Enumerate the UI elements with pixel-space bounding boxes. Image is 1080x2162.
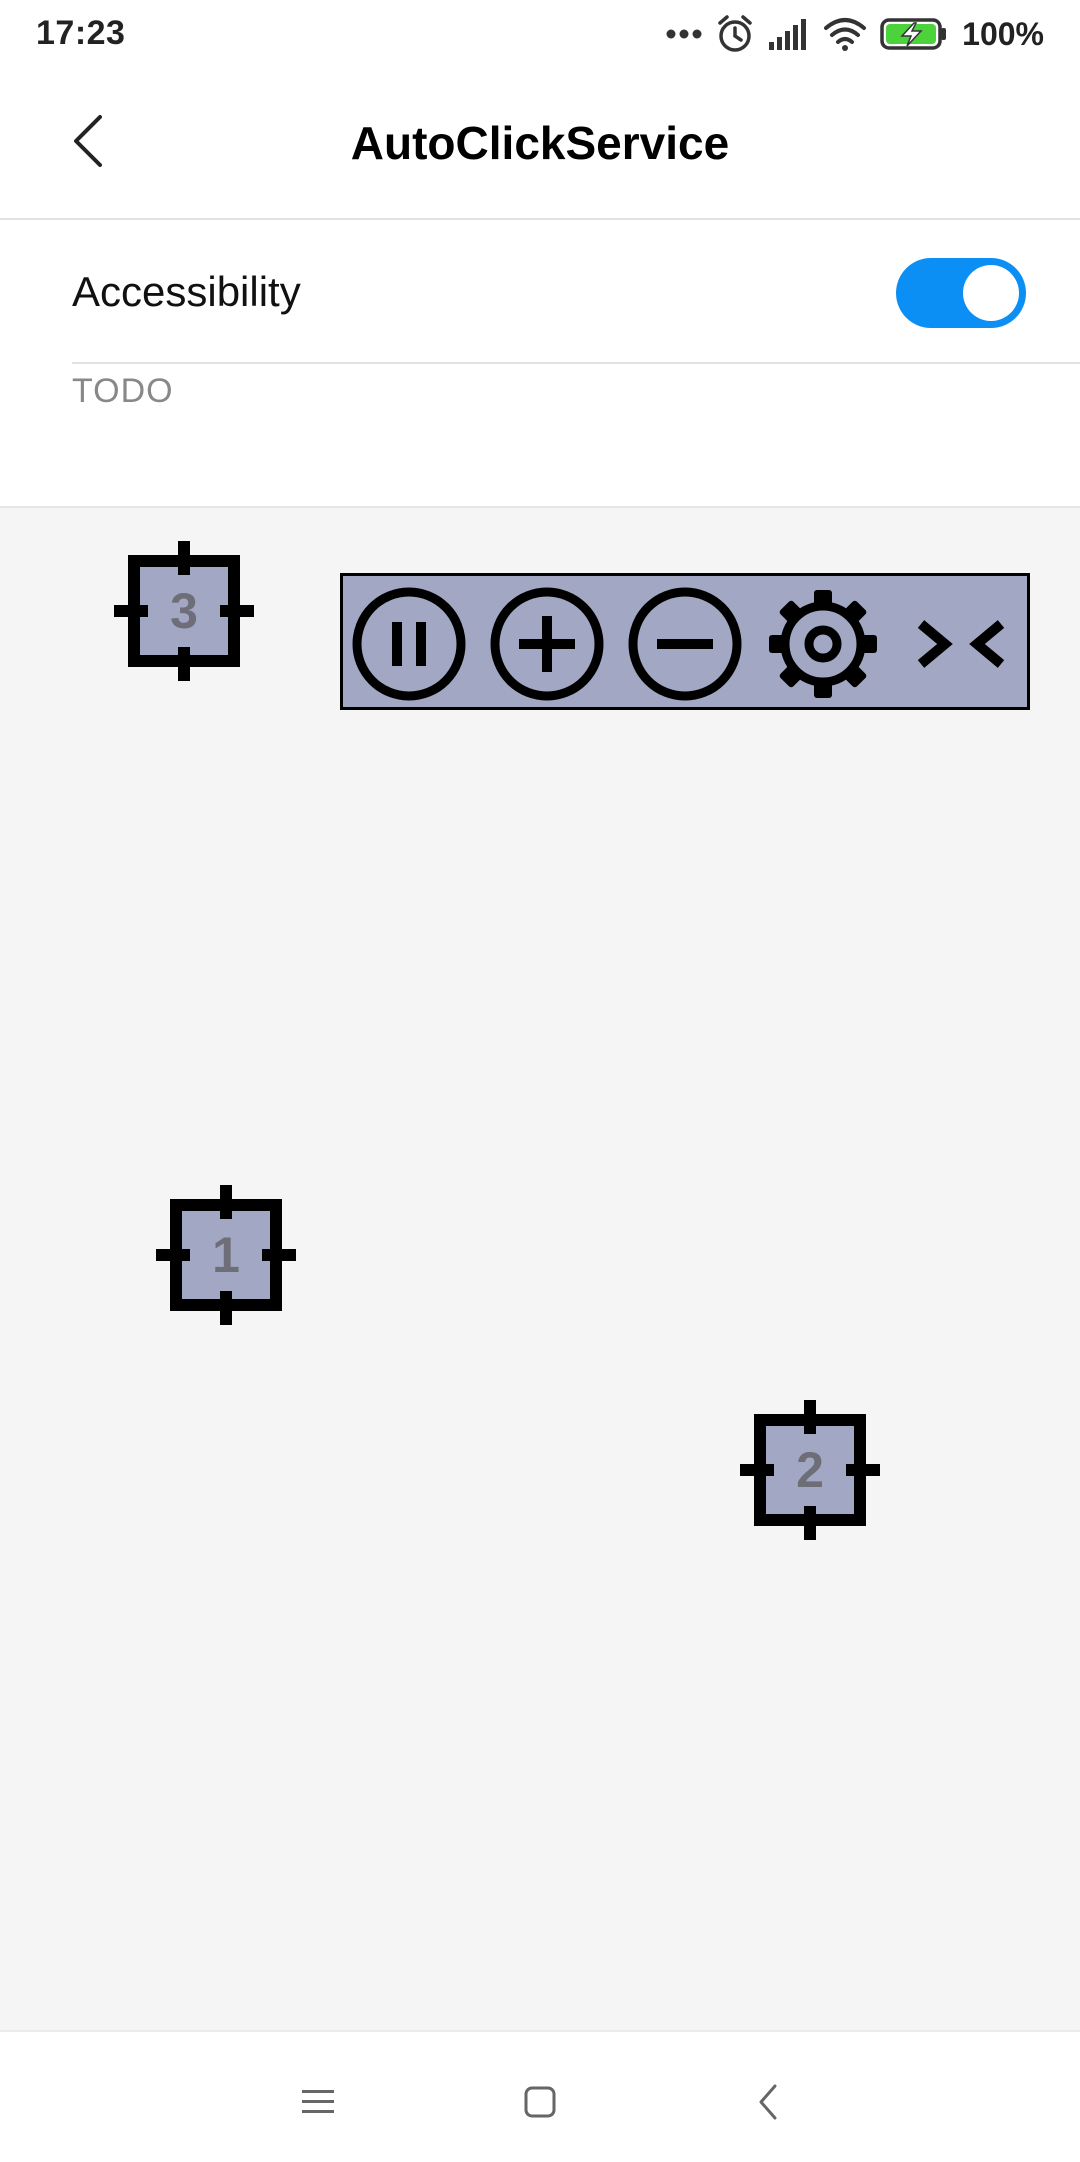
toggle-knob xyxy=(963,265,1019,321)
page-title: AutoClickService xyxy=(350,117,730,169)
status-icons: 100% xyxy=(666,10,1044,58)
more-dots-icon xyxy=(666,28,702,40)
back-icon xyxy=(759,2084,777,2120)
remove-icon xyxy=(628,587,742,701)
click-target-1[interactable]: 1 xyxy=(156,1185,296,1325)
remove-target-button[interactable] xyxy=(627,586,743,702)
click-target-2[interactable]: 2 xyxy=(740,1400,880,1540)
pause-button[interactable] xyxy=(351,586,467,702)
battery-percentage: 100% xyxy=(962,15,1044,52)
home-icon xyxy=(524,2086,556,2118)
app-bar: AutoClickService xyxy=(0,68,1080,220)
recents-button[interactable] xyxy=(278,2062,358,2142)
wifi-icon xyxy=(824,17,867,51)
accessibility-label: Accessibility xyxy=(72,268,301,315)
pause-icon xyxy=(352,587,466,701)
collapse-icon xyxy=(917,620,1005,668)
nav-back-button[interactable] xyxy=(728,2062,808,2142)
add-target-button[interactable] xyxy=(489,586,605,702)
home-button[interactable] xyxy=(500,2062,580,2142)
click-target-3[interactable]: 3 xyxy=(114,541,254,681)
target-number: 1 xyxy=(212,1227,240,1283)
add-icon xyxy=(490,587,604,701)
settings-section: Accessibility TODO xyxy=(0,220,1080,508)
target-number: 2 xyxy=(796,1442,824,1498)
battery-charging-icon xyxy=(880,17,948,51)
target-number: 3 xyxy=(170,583,198,639)
navigation-bar xyxy=(0,2030,1080,2162)
accessibility-setting-row[interactable]: Accessibility xyxy=(0,220,1080,362)
alarm-icon xyxy=(716,14,754,54)
menu-icon xyxy=(302,2090,334,2113)
signal-icon xyxy=(768,18,810,50)
status-time: 17:23 xyxy=(36,14,126,52)
floating-control-bar[interactable] xyxy=(340,573,1030,710)
setting-summary: TODO xyxy=(72,372,174,410)
accessibility-toggle[interactable] xyxy=(896,258,1026,328)
settings-gear-icon xyxy=(769,590,877,698)
settings-button[interactable] xyxy=(765,586,881,702)
status-bar: 17:23 100% xyxy=(0,0,1080,68)
divider xyxy=(72,362,1080,364)
collapse-button[interactable] xyxy=(903,586,1019,702)
